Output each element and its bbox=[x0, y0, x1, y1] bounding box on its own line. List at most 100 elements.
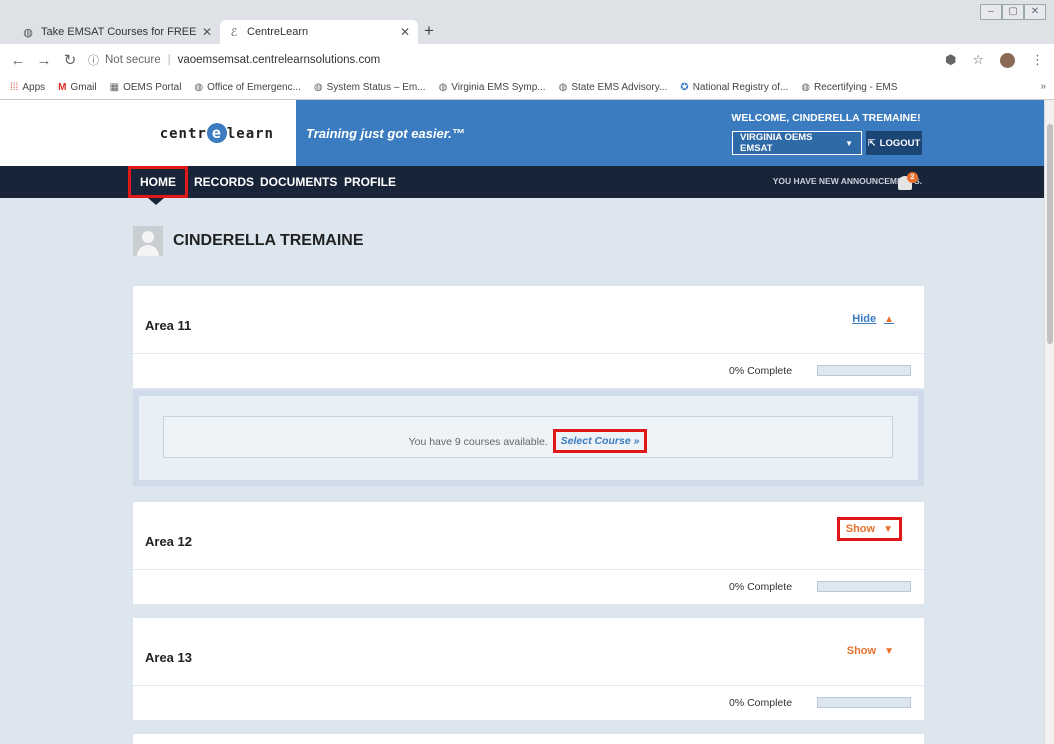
nav-profile[interactable]: PROFILE bbox=[344, 166, 396, 198]
bookmark-item[interactable]: ◍ Virginia EMS Symp... bbox=[439, 82, 546, 93]
bookmark-item[interactable]: M Gmail bbox=[58, 82, 96, 93]
notification-badge: 2 bbox=[907, 172, 918, 183]
main-nav: HOME RECORDS DOCUMENTS PROFILE YOU HAVE … bbox=[0, 166, 1054, 198]
nav-documents[interactable]: DOCUMENTS bbox=[260, 166, 337, 198]
tagline: Training just got easier.™ bbox=[306, 126, 465, 141]
area-title: Area 13 bbox=[145, 650, 192, 665]
course-count-line: You have 9 courses available. Select Cou… bbox=[164, 429, 892, 454]
area-panel bbox=[133, 734, 924, 744]
bookmark-item[interactable]: ◍ Recertifying - EMS bbox=[801, 82, 897, 93]
profile-avatar-icon[interactable] bbox=[1000, 52, 1015, 68]
browser-tab-emsat[interactable]: ◍ Take EMSAT Courses for FREE or ✕ bbox=[14, 20, 220, 44]
bell-icon[interactable]: 2 bbox=[896, 172, 918, 192]
maximize-icon[interactable]: ▢ bbox=[1002, 4, 1024, 20]
caret-down-icon: ▼ bbox=[884, 646, 894, 657]
registry-icon: ✪ bbox=[680, 82, 689, 93]
bookmark-label: Recertifying - EMS bbox=[814, 82, 898, 93]
info-icon[interactable]: ⓘ bbox=[88, 52, 99, 68]
bookmark-star-icon[interactable]: ☆ bbox=[972, 52, 984, 68]
browser-tab-centrelearn[interactable]: ℰ CentreLearn ✕ bbox=[220, 20, 418, 44]
show-toggle[interactable]: Show ▼ bbox=[847, 645, 894, 657]
menu-kebab-icon[interactable]: ⋮ bbox=[1031, 52, 1044, 68]
minimize-icon[interactable]: – bbox=[980, 4, 1002, 20]
course-availability: You have 9 courses available. Select Cou… bbox=[133, 390, 924, 486]
scrollbar-thumb[interactable] bbox=[1047, 124, 1053, 344]
extension-icon[interactable]: ⬢ bbox=[945, 52, 956, 68]
bookmark-label: National Registry of... bbox=[692, 82, 789, 93]
progress-row: 0% Complete bbox=[133, 686, 924, 720]
address-bar[interactable]: ⓘ Not secure | vaoemsemsat.centrelearnso… bbox=[88, 52, 380, 68]
url-text[interactable]: vaoemsemsat.centrelearnsolutions.com bbox=[178, 54, 381, 66]
globe-icon: ◍ bbox=[558, 82, 568, 93]
user-name: CINDERELLA TREMAINE bbox=[173, 232, 364, 249]
progress-label: 0% Complete bbox=[729, 581, 793, 593]
new-tab-icon[interactable]: + bbox=[424, 21, 434, 41]
forward-icon[interactable]: → bbox=[36, 52, 52, 69]
area-panel: Area 12 Show ▼ 0% Complete bbox=[133, 502, 924, 604]
window-close-icon[interactable]: ✕ bbox=[1024, 4, 1046, 20]
tab-title: Take EMSAT Courses for FREE or bbox=[41, 26, 198, 38]
reload-icon[interactable]: ↻ bbox=[62, 51, 78, 69]
toggle-label: Show bbox=[846, 645, 877, 657]
logo[interactable]: centr e learn bbox=[0, 100, 296, 166]
close-icon[interactable]: ✕ bbox=[400, 25, 410, 39]
toggle-label: Hide bbox=[852, 313, 877, 325]
area-title: Area 12 bbox=[145, 534, 192, 549]
bookmark-label: Gmail bbox=[70, 82, 97, 93]
course-count-text: You have 9 courses available. bbox=[408, 436, 548, 448]
bookmark-label: State EMS Advisory... bbox=[571, 82, 668, 93]
globe-icon: ◍ bbox=[801, 82, 811, 93]
show-toggle[interactable]: Show ▼ bbox=[836, 517, 902, 541]
caret-up-icon: ▲ bbox=[884, 314, 894, 325]
page-icon: ▦ bbox=[109, 82, 120, 93]
organization-select[interactable]: VIRGINIA OEMS EMSAT ▼ bbox=[732, 131, 862, 155]
globe-icon: ◍ bbox=[438, 82, 448, 93]
select-course-link[interactable]: Select Course » bbox=[552, 429, 648, 453]
close-icon[interactable]: ✕ bbox=[202, 25, 212, 39]
bookmark-label: OEMS Portal bbox=[123, 82, 182, 93]
url-separator: | bbox=[167, 54, 171, 66]
bookmark-label: System Status – Em... bbox=[326, 82, 426, 93]
caret-down-icon: ▼ bbox=[845, 138, 853, 148]
bookmark-label: Office of Emergenc... bbox=[207, 82, 301, 93]
tab-title: CentreLearn bbox=[247, 26, 309, 38]
gmail-icon: M bbox=[58, 82, 67, 93]
bookmark-item[interactable]: ✪ National Registry of... bbox=[680, 82, 788, 93]
progress-label: 0% Complete bbox=[729, 365, 793, 377]
area-panel-header: Area 13 Show ▼ bbox=[133, 618, 924, 686]
globe-icon: ◍ bbox=[194, 82, 204, 93]
progress-bar bbox=[817, 581, 911, 592]
logo-text: centr e learn bbox=[159, 123, 274, 143]
progress-bar bbox=[817, 365, 911, 376]
caret-down-icon: ▼ bbox=[883, 524, 893, 535]
logo-e-icon: e bbox=[206, 123, 227, 143]
bookmark-item[interactable]: ◍ System Status – Em... bbox=[314, 82, 426, 93]
logout-icon: ⇱ bbox=[867, 137, 876, 149]
bookmark-item[interactable]: ▦ OEMS Portal bbox=[110, 82, 182, 93]
nav-home[interactable]: HOME bbox=[128, 166, 188, 198]
nav-records[interactable]: RECORDS bbox=[194, 166, 254, 198]
toolbar-actions: ⬢ ☆ ⋮ bbox=[945, 52, 1044, 68]
progress-bar bbox=[817, 697, 911, 708]
hide-toggle[interactable]: Hide ▲ bbox=[852, 313, 894, 325]
back-icon[interactable]: ← bbox=[10, 52, 26, 69]
page-scrollbar[interactable] bbox=[1044, 100, 1054, 744]
logout-label: LOGOUT bbox=[879, 137, 921, 149]
logout-button[interactable]: ⇱ LOGOUT bbox=[866, 131, 922, 155]
area-panel-header: Area 11 Hide ▲ bbox=[133, 286, 924, 354]
area-panel: Area 11 Hide ▲ 0% Complete bbox=[133, 286, 924, 388]
globe-icon: ◍ bbox=[313, 82, 323, 93]
bookmark-item[interactable]: ◍ State EMS Advisory... bbox=[559, 82, 668, 93]
browser-tabstrip: ◍ Take EMSAT Courses for FREE or ✕ ℰ Cen… bbox=[0, 0, 1054, 44]
bookmark-item[interactable]: ◍ Office of Emergenc... bbox=[194, 82, 300, 93]
active-nav-pointer bbox=[148, 198, 164, 205]
globe-icon: ◍ bbox=[23, 26, 33, 39]
avatar bbox=[133, 226, 163, 256]
toggle-label: Show bbox=[845, 523, 876, 535]
user-header: CINDERELLA TREMAINE bbox=[133, 226, 364, 256]
welcome-text: WELCOME, CINDERELLA TREMAINE! bbox=[731, 112, 921, 124]
bookmark-item[interactable]: ⁞⁞⁞ Apps bbox=[10, 82, 45, 93]
progress-label: 0% Complete bbox=[729, 697, 793, 709]
bookmark-label: Apps bbox=[22, 82, 46, 93]
bookmarks-overflow-icon[interactable]: » bbox=[1040, 81, 1046, 92]
